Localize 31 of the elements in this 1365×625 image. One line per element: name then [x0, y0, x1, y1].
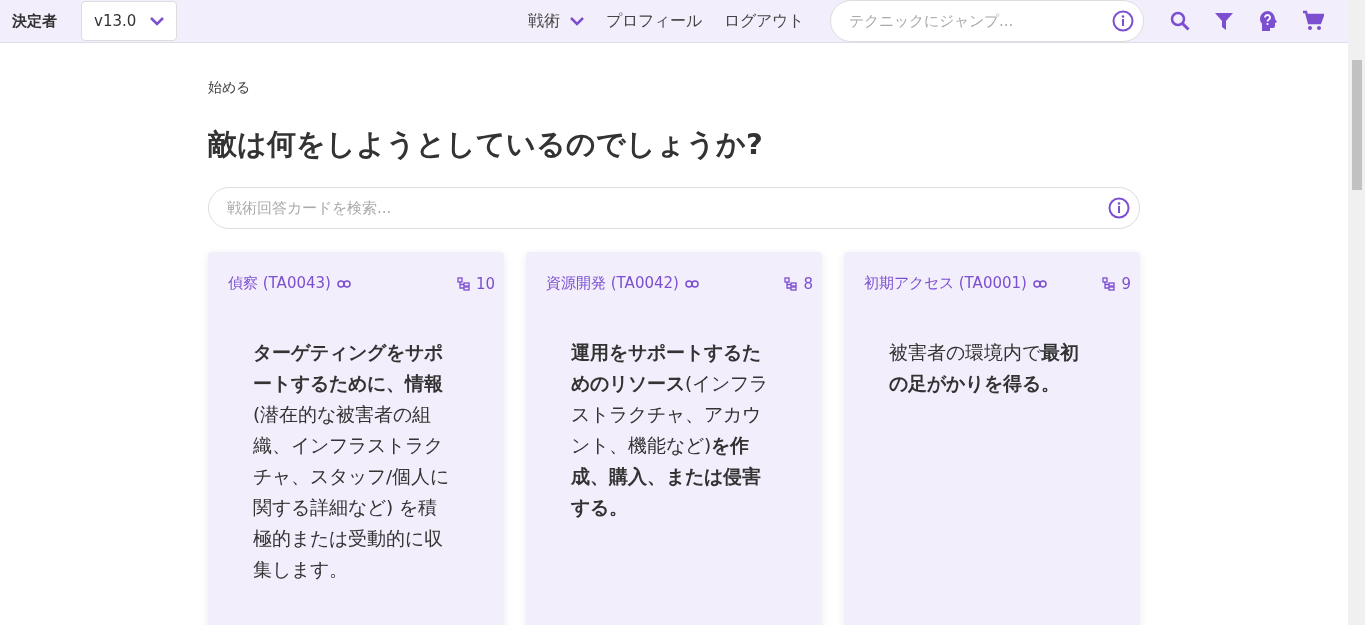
info-icon[interactable]	[1112, 10, 1134, 32]
search-icon[interactable]	[1170, 11, 1190, 31]
help-head-icon[interactable]	[1258, 10, 1278, 32]
tactic-link[interactable]: 資源開発 (TA0042)	[546, 274, 699, 293]
tactic-link[interactable]: 初期アクセス (TA0001)	[864, 274, 1047, 293]
nav-link[interactable]: プロフィール	[606, 10, 702, 32]
filter-icon[interactable]	[1214, 11, 1234, 31]
brand-title: 決定者	[12, 11, 57, 31]
search-field[interactable]: テクニックにジャンプ...	[830, 0, 1144, 42]
tactic-description: 運用をサポートするためのリソース(インフラストラクチャ、アカウント、機能など)を作成、購入、または侵害する。	[571, 341, 770, 520]
page-title: 敵は何をしようとしているのでしょうか?	[208, 126, 763, 163]
hierarchy-icon	[1102, 276, 1116, 291]
hierarchy-icon	[456, 276, 470, 291]
link-icon	[336, 279, 351, 288]
hierarchy-icon	[784, 276, 798, 291]
nav-link[interactable]: ログアウト	[724, 10, 804, 32]
technique-count: 8	[784, 274, 813, 293]
chevron-down-icon	[150, 16, 165, 26]
tactic-link[interactable]: 偵察 (TA0043)	[228, 274, 351, 293]
tactic-description: 被害者の環境内で最初の足がかりを得る。	[889, 341, 1080, 396]
link-icon	[684, 279, 699, 288]
technique-count: 10	[456, 274, 495, 293]
cart-icon[interactable]	[1302, 10, 1324, 32]
card-search-field[interactable]: 戦術回答カードを検索...	[208, 187, 1140, 229]
technique-count: 9	[1102, 274, 1131, 293]
breadcrumb[interactable]: 始める	[208, 79, 250, 97]
info-icon[interactable]	[1108, 197, 1130, 219]
link-icon	[1032, 279, 1047, 288]
tactic-description: ターゲティングをサポートするために、情報 (潜在的な被害者の組織、インフラストラクチャ、スタッフ/個人に関する詳細など) を積極的または受動的に収集します。	[253, 341, 451, 582]
nav-link[interactable]: 戦術	[528, 10, 584, 32]
version-select[interactable]: v13.0	[81, 1, 178, 41]
